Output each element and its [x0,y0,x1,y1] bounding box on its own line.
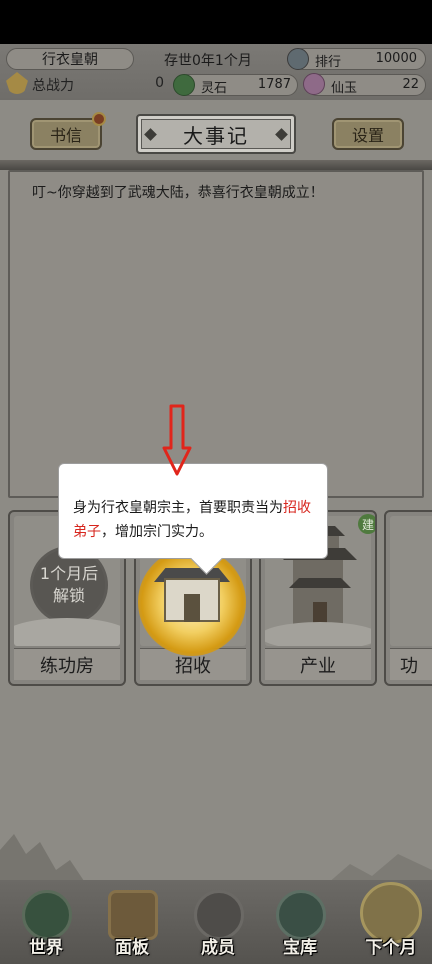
guide-tooltip-text: 身为行衣皇朝宗主，首要职责当为招收弟子，增加宗门实力。 [73,496,317,544]
sect-name: 行衣皇朝 [42,52,98,68]
page-title-plate: 大事记 [136,114,296,154]
power-value: 0 [155,75,164,91]
gate-door-icon [184,594,200,622]
letters-button-label: 书信 [49,126,82,145]
immortal-jade-display[interactable]: 仙玉 22 [303,73,426,96]
tooltip-text-after: ，增加宗门实力。 [101,524,213,540]
spirit-stone-icon [173,74,195,96]
next-month-button[interactable]: 下个月 [350,882,432,960]
nav-world-label: 世界 [29,938,63,958]
nav-panel-label: 面板 [115,938,149,958]
event-log-panel[interactable]: 叮~你穿越到了武魂大陆，恭喜行衣皇朝成立！ [8,170,424,498]
page-title: 大事记 [183,123,249,148]
recruit-highlight-emblem[interactable] [138,548,246,656]
diamond-ornament-icon [144,128,157,141]
rank-display[interactable]: 排行 10000 [287,48,426,70]
spirit-stone-label: 灵石 [201,81,228,96]
nav-panel[interactable]: 面板 [96,882,168,960]
settings-button-label: 设置 [351,126,384,145]
tooltip-text-before: 身为行衣皇朝宗主，首要职责当为 [73,500,283,516]
bottom-nav: 世界 面板 成员 宝库 下个月 [0,880,432,964]
resource-header: 行衣皇朝 存世0年1个月 排行 10000 总战力 0 灵石 1787 仙玉 2… [0,44,432,100]
immortal-jade-value: 22 [402,77,419,92]
settings-button[interactable]: 设置 [332,118,404,150]
nav-members[interactable]: 成员 [182,882,254,960]
title-bar: 书信 大事记 设置 [0,104,432,164]
lock-text-line1: 1个月后 [39,564,99,583]
nav-vault[interactable]: 宝库 [264,882,336,960]
status-bar [0,0,432,44]
diamond-ornament-icon [275,128,288,141]
nav-vault-label: 宝库 [283,938,317,958]
scroll-rod [0,160,432,170]
sect-age: 存世0年1个月 [164,53,252,69]
mist-decoration [14,618,120,646]
game-screen: 行衣皇朝 存世0年1个月 排行 10000 总战力 0 灵石 1787 仙玉 2… [0,0,432,964]
spirit-stone-display[interactable]: 灵石 1787 [173,74,298,96]
log-line: 叮~你穿越到了武魂大陆，恭喜行衣皇朝成立！ [32,185,324,201]
next-month-label: 下个月 [365,938,417,958]
rank-value: 10000 [375,51,417,66]
immortal-jade-label: 仙玉 [331,81,358,96]
total-power-display: 总战力 0 [6,72,166,96]
letters-button[interactable]: 书信 [30,112,106,150]
partial-building-label: 功 [390,648,432,680]
sect-name-plate[interactable]: 行衣皇朝 [6,48,134,70]
rank-icon [287,48,309,70]
power-label: 总战力 [32,78,74,94]
nav-members-label: 成员 [201,938,235,958]
partial-building-card[interactable]: 功 [384,510,432,686]
power-icon [6,72,28,94]
training-room-label: 练功房 [14,648,120,680]
notification-dot [92,112,106,126]
partial-building-art [390,516,432,646]
guide-tooltip: 身为行衣皇朝宗主，首要职责当为招收弟子，增加宗门实力。 [58,463,328,559]
rank-label: 排行 [315,55,342,70]
lock-text-line2: 解锁 [52,586,85,605]
industry-label: 产业 [265,648,371,680]
guide-arrow-icon [162,404,192,476]
spirit-stone-value: 1787 [257,77,291,92]
nav-world[interactable]: 世界 [10,882,82,960]
immortal-jade-icon [303,73,325,95]
build-badge: 建 [358,514,375,534]
